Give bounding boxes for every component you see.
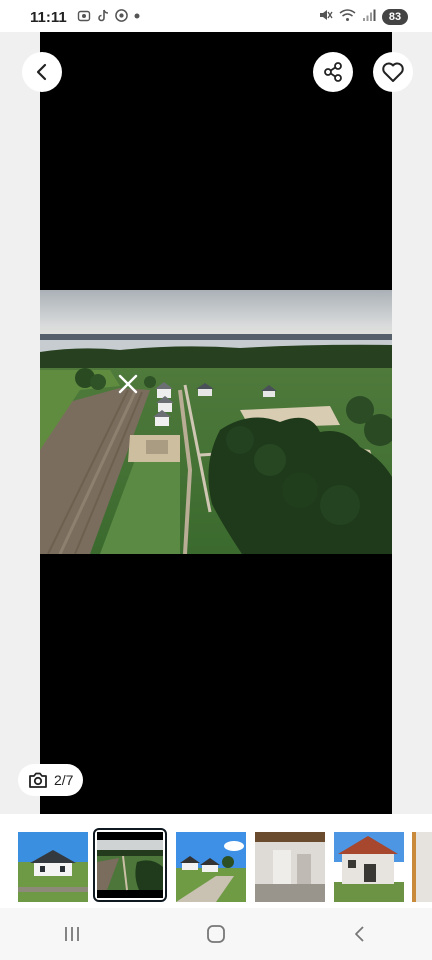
photo-gallery[interactable]: 2/7	[0, 32, 432, 814]
back-button[interactable]	[22, 52, 62, 92]
home-icon	[207, 925, 225, 943]
status-time: 11:11	[30, 8, 67, 26]
photo-counter[interactable]: 2/7	[18, 764, 84, 796]
system-navigation-bar	[0, 908, 432, 960]
aerial-property-photo[interactable]	[40, 290, 392, 554]
favorite-button[interactable]	[373, 52, 413, 92]
mute-icon	[318, 8, 333, 27]
wifi-icon	[339, 8, 356, 27]
thumbnail-5[interactable]	[334, 832, 404, 902]
chrome-icon	[114, 9, 128, 25]
share-icon	[324, 62, 342, 82]
thumbnail-strip[interactable]	[0, 814, 432, 910]
share-button[interactable]	[313, 52, 353, 92]
system-back-button[interactable]	[330, 914, 390, 954]
photo-counter-text: 2/7	[54, 772, 74, 788]
signal-icon	[362, 8, 376, 27]
camera-icon	[29, 772, 47, 788]
heart-icon	[382, 62, 404, 82]
back-icon	[355, 926, 364, 942]
status-notification-icons	[77, 9, 141, 26]
thumbnail-1[interactable]	[18, 832, 88, 902]
recent-apps-icon	[65, 927, 79, 941]
thumbnail-4[interactable]	[255, 832, 325, 902]
status-bar: 11:11 83	[0, 0, 432, 34]
dot-icon	[133, 11, 141, 23]
screenshot-icon	[77, 9, 91, 26]
thumbnail-3[interactable]	[176, 832, 246, 902]
photo-viewer[interactable]	[40, 32, 392, 814]
recent-apps-button[interactable]	[42, 914, 102, 954]
back-arrow-icon	[36, 63, 47, 81]
status-system-icons: 83	[318, 8, 408, 27]
battery-indicator: 83	[382, 9, 408, 25]
thumbnail-6[interactable]	[412, 832, 432, 902]
thumbnail-2[interactable]	[93, 828, 167, 902]
home-button[interactable]	[186, 914, 246, 954]
tiktok-icon	[96, 9, 110, 26]
